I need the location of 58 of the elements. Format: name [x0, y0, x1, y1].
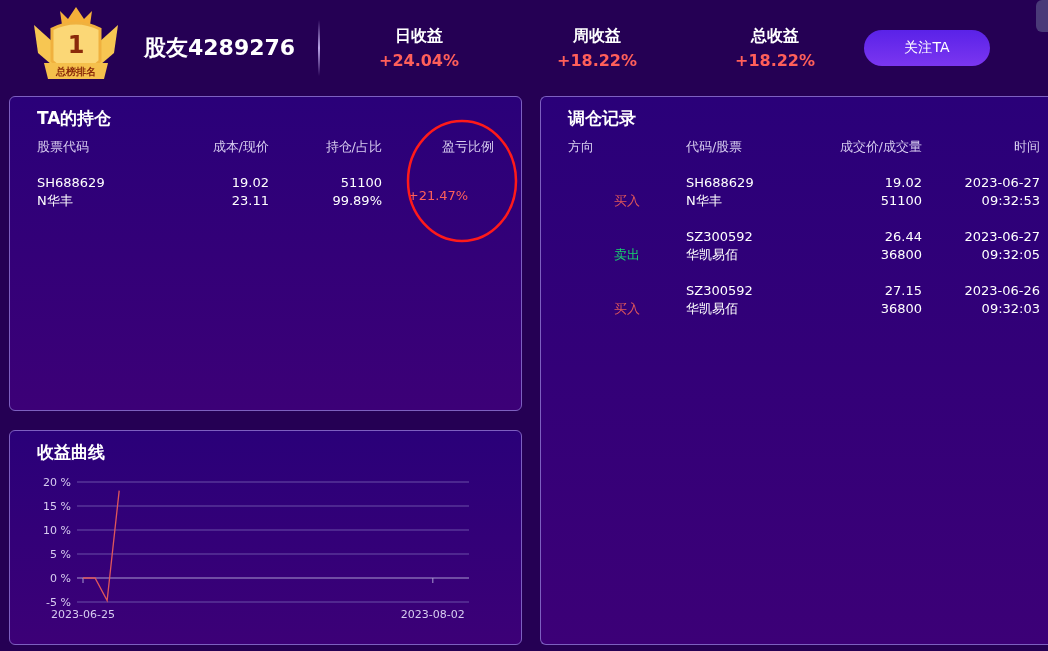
axis-label: 5 % — [50, 548, 71, 561]
table-cell: 99.89% — [332, 192, 382, 210]
table-cell: 51100 — [880, 192, 922, 210]
table-cell: N华丰 — [686, 192, 722, 210]
stat-label: 日收益 — [395, 26, 443, 47]
table-cell: 09:32:53 — [981, 192, 1040, 210]
stat-value: +18.22% — [734, 51, 815, 70]
panel-title: 调仓记录 — [568, 107, 637, 130]
trade-direction: 买入 — [614, 192, 640, 210]
axis-label: 2023-06-25 — [51, 608, 115, 621]
column-header: 代码/股票 — [686, 138, 744, 156]
follow-button[interactable]: 关注TA — [864, 30, 990, 66]
side-tab[interactable] — [1036, 0, 1048, 32]
table-cell: 27.15 — [884, 282, 922, 300]
table-cell: SZ300592 — [686, 228, 753, 246]
table-cell: N华丰 — [37, 192, 73, 210]
table-cell: 26.44 — [884, 228, 922, 246]
trade-direction: 买入 — [614, 300, 640, 318]
table-cell: SH688629 — [686, 174, 754, 192]
stat-label: 周收益 — [573, 26, 621, 47]
rank-number: 1 — [66, 31, 86, 59]
table-cell: 2023-06-27 — [964, 228, 1040, 246]
table-cell: SZ300592 — [686, 282, 753, 300]
table-cell: 2023-06-27 — [964, 174, 1040, 192]
column-header: 股票代码 — [37, 138, 90, 156]
table-cell: 2023-06-26 — [964, 282, 1040, 300]
axis-label: 0 % — [50, 572, 71, 585]
column-header: 方向 — [568, 138, 595, 156]
stat-value: +24.04% — [378, 51, 459, 70]
panel-title: 收益曲线 — [37, 441, 106, 464]
column-header: 成本/现价 — [211, 138, 269, 156]
table-cell: 19.02 — [231, 174, 269, 192]
column-header: 成交价/成交量 — [838, 138, 922, 156]
table-cell: 华凯易佰 — [686, 300, 738, 318]
axis-label: 20 % — [43, 476, 71, 489]
table-cell: 09:32:05 — [981, 246, 1040, 264]
table-cell: 51100 — [340, 174, 382, 192]
column-header: 时间 — [1013, 138, 1040, 156]
table-cell: 36800 — [880, 246, 922, 264]
column-header: 盈亏比例 — [441, 138, 494, 156]
table-cell: 23.11 — [231, 192, 269, 210]
username: 股友4289276 — [144, 34, 297, 62]
column-header: 持仓/占比 — [324, 138, 382, 156]
table-cell: 19.02 — [884, 174, 922, 192]
stat-label: 总收益 — [751, 26, 799, 47]
axis-label: 15 % — [43, 500, 71, 513]
table-cell: 华凯易佰 — [686, 246, 738, 264]
rank-label: 总榜排名 — [54, 65, 97, 79]
table-cell: 36800 — [880, 300, 922, 318]
table-cell: 09:32:03 — [981, 300, 1040, 318]
panel-title: TA的持仓 — [37, 107, 113, 130]
axis-label: -5 % — [46, 596, 71, 609]
axis-label: 2023-08-02 — [400, 608, 465, 621]
axis-label: 10 % — [43, 524, 71, 537]
table-cell: +21.47% — [407, 187, 469, 203]
trade-direction: 卖出 — [614, 246, 640, 264]
table-cell: SH688629 — [37, 174, 105, 192]
stat-value: +18.22% — [556, 51, 637, 70]
